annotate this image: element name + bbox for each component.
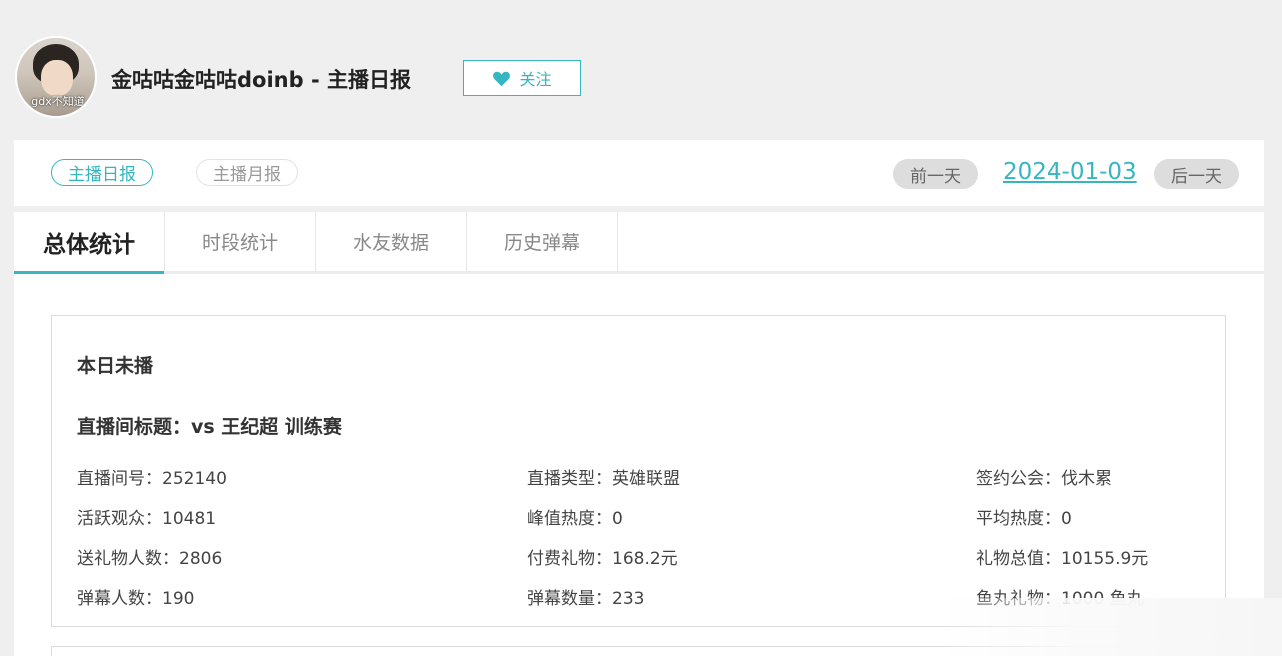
heart-icon: [493, 71, 511, 86]
stat-gift-senders: 送礼物人数：2806: [77, 549, 223, 569]
tab-fan-data[interactable]: 水友数据: [316, 212, 467, 271]
stat-danmaku-users: 弹幕人数：190: [77, 589, 195, 609]
avatar-face: [41, 60, 73, 96]
page-title: 金咕咕金咕咕doinb - 主播日报: [111, 68, 411, 92]
stat-avg-heat: 平均热度：0: [976, 509, 1072, 529]
header: gdx不知道 金咕咕金咕咕doinb - 主播日报 关注: [0, 0, 1282, 140]
room-title: 直播间标题：vs 王纪超 训练赛: [77, 416, 342, 438]
stats-tabs: 总体统计 时段统计 水友数据 历史弹幕: [14, 212, 1264, 274]
stat-paid-gifts: 付费礼物：168.2元: [527, 549, 678, 569]
stat-room-id: 直播间号：252140: [77, 469, 227, 489]
stat-category: 直播类型：英雄联盟: [527, 469, 680, 489]
tab-overall-stats[interactable]: 总体统计: [14, 212, 165, 274]
broadcast-status: 本日未播: [77, 355, 154, 377]
stat-gift-total: 礼物总值：10155.9元: [976, 549, 1149, 569]
stat-guild: 签约公会：伐木累: [976, 469, 1112, 489]
overview-card: 本日未播 直播间标题：vs 王纪超 训练赛 直播间号：252140 直播类型：英…: [51, 315, 1226, 627]
date-picker-link[interactable]: 2024-01-03: [1003, 159, 1137, 185]
avatar[interactable]: gdx不知道: [15, 36, 97, 118]
tab-history-danmaku[interactable]: 历史弹幕: [467, 212, 618, 271]
stat-peak-heat: 峰值热度：0: [527, 509, 623, 529]
follow-button[interactable]: 关注: [463, 60, 581, 96]
avatar-caption: gdx不知道: [31, 95, 85, 108]
next-day-button[interactable]: 后一天: [1154, 159, 1239, 189]
main-panel: 总体统计 时段统计 水友数据 历史弹幕 本日未播 直播间标题：vs 王纪超 训练…: [14, 212, 1264, 656]
bottom-right-fade: [940, 598, 1282, 656]
report-switch-bar: 主播日报 主播月报 前一天 2024-01-03 后一天: [14, 140, 1264, 206]
prev-day-button[interactable]: 前一天: [893, 159, 978, 189]
stat-danmaku-count: 弹幕数量：233: [527, 589, 645, 609]
monthly-report-tab[interactable]: 主播月报: [196, 159, 298, 186]
follow-label: 关注: [519, 70, 552, 89]
daily-report-tab[interactable]: 主播日报: [51, 159, 153, 186]
tab-period-stats[interactable]: 时段统计: [165, 212, 316, 271]
stat-active-viewers: 活跃观众：10481: [77, 509, 217, 529]
